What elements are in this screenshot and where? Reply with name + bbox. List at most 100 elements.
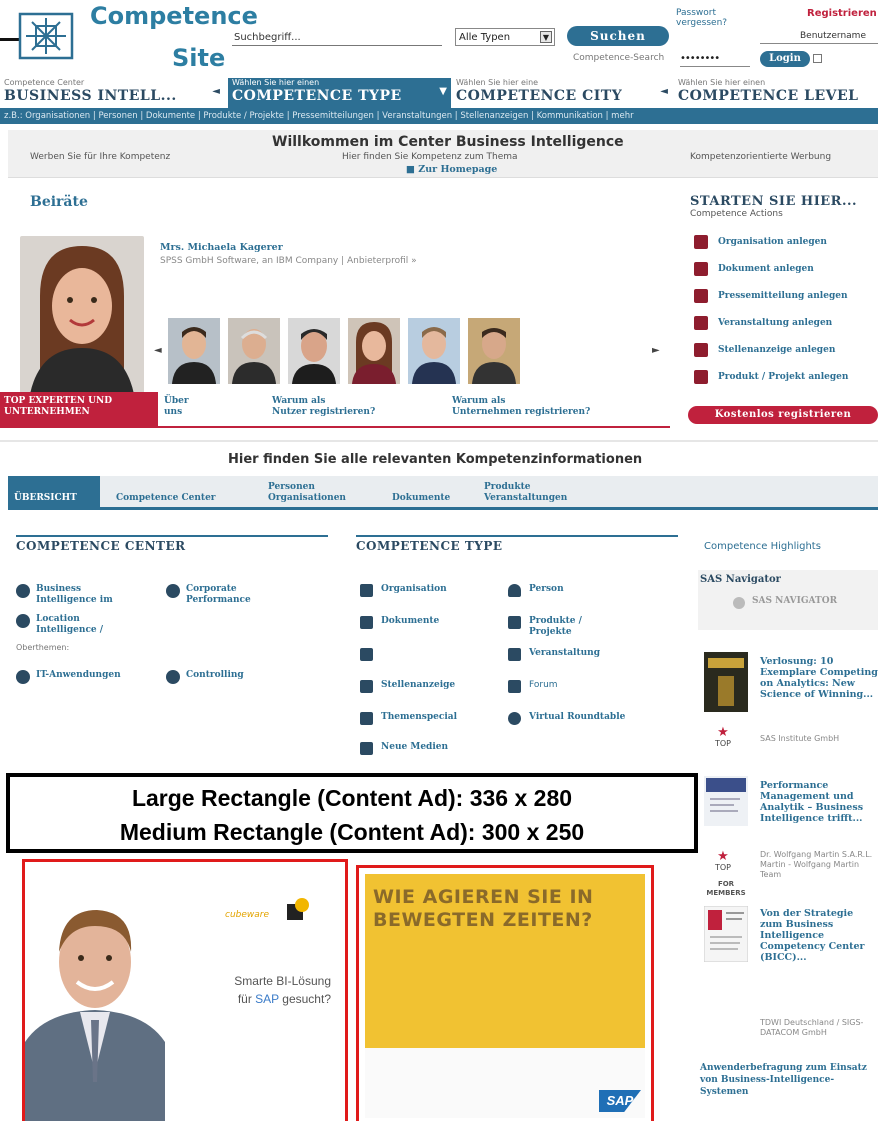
ct-theme-special[interactable]: Themenspecial — [360, 712, 457, 725]
ct-event[interactable]: Veranstaltung — [508, 648, 600, 661]
ct-label: Veranstaltung — [529, 648, 601, 658]
ct-press[interactable] — [360, 648, 381, 661]
action-create-press-release[interactable]: Pressemitteilung anlegen — [690, 282, 878, 309]
briefcase-icon — [694, 342, 708, 357]
logo-subtitle[interactable]: Site — [172, 44, 225, 72]
action-label: Produkt / Projekt anlegen — [718, 371, 849, 382]
action-create-organisation[interactable]: Organisation anlegen — [690, 228, 878, 255]
action-create-document[interactable]: Dokument anlegen — [690, 255, 878, 282]
advisor-thumbnail[interactable] — [228, 318, 280, 384]
ct-documents[interactable]: Dokumente — [360, 616, 439, 629]
ct-organisation[interactable]: Organisation — [360, 584, 447, 597]
selector-hint: Wählen Sie hier eine — [456, 78, 539, 87]
highlight-title[interactable]: Von der Strategie zum Business Intellige… — [760, 908, 878, 963]
chevron-right-icon[interactable]: ► — [652, 345, 660, 356]
competence-center-selector[interactable]: Competence Center BUSINESS INTELL... ◄ — [0, 78, 224, 108]
username-field[interactable]: Benutzername — [760, 28, 878, 44]
advisor-thumbnail[interactable] — [468, 318, 520, 384]
ct-virtual-roundtable[interactable]: Virtual Roundtable — [508, 712, 625, 725]
highlight-author[interactable]: Dr. Wolfgang Martin S.A.R.L. Martin - Wo… — [760, 850, 878, 880]
tab-documents[interactable]: Dokumente — [392, 476, 450, 510]
ct-products-projects[interactable]: Produkte / Projekte — [508, 616, 582, 638]
competence-level-selector[interactable]: Wählen Sie hier einen COMPETENCE LEVEL — [674, 78, 878, 108]
why-register-company-link[interactable]: Warum als Unternehmen registrieren? — [452, 396, 590, 418]
medium-rectangle-ad[interactable]: WIE AGIEREN SIE IN BEWEGTEN ZEITEN? SAP — [356, 865, 654, 1121]
advisor-thumbnail[interactable] — [168, 318, 220, 384]
logo-icon[interactable] — [18, 12, 74, 60]
ct-label: Stellenanzeige — [381, 680, 456, 690]
ct-forum[interactable]: Forum — [508, 680, 558, 693]
search-input[interactable]: Suchbegriff... — [232, 30, 442, 46]
cc-location-intelligence[interactable]: Location Intelligence / — [16, 614, 103, 636]
advertising-link[interactable]: Kompetenzorientierte Werbung — [690, 152, 831, 162]
cc-label: Corporate — [186, 584, 237, 594]
document-thumbnail[interactable] — [704, 776, 748, 826]
sas-navigator-button[interactable]: SAS NAVIGATOR — [752, 596, 837, 606]
document-thumbnail[interactable] — [704, 906, 748, 962]
tab-competence-center[interactable]: Competence Center — [116, 476, 216, 510]
password-field[interactable]: •••••••• — [680, 53, 750, 67]
survey-link[interactable]: Anwenderbefragung zum Einsatz von Busine… — [700, 1062, 878, 1098]
search-button[interactable]: Suchen — [567, 26, 669, 46]
ct-label: Produkte / — [529, 616, 582, 626]
advisor-thumbnail[interactable] — [288, 318, 340, 384]
cc-it-applications[interactable]: IT-Anwendungen — [16, 670, 121, 684]
tab-overview[interactable]: ÜBERSICHT — [8, 476, 100, 510]
highlight-author[interactable]: SAS Institute GmbH — [760, 734, 878, 744]
star-icon: ★ — [717, 849, 729, 864]
search-type-value: Alle Typen — [459, 31, 511, 43]
calendar-icon — [694, 315, 708, 330]
highlight-title[interactable]: Verlosung: 10 Exemplare Competing on Ana… — [760, 656, 878, 700]
cc-controlling[interactable]: Controlling — [166, 670, 244, 684]
tab-products-events[interactable]: Produkte Veranstaltungen — [484, 476, 567, 510]
cc-corporate-performance[interactable]: Corporate Performance — [166, 584, 251, 606]
top-experts-link[interactable]: TOP EXPERTEN UND UNTERNEHMEN — [0, 392, 158, 428]
tab-persons-organisations[interactable]: Personen Organisationen — [268, 476, 346, 510]
search-type-select[interactable]: Alle Typen ▼ — [455, 28, 555, 46]
advisors-title: Beiräte — [30, 194, 88, 210]
action-create-event[interactable]: Veranstaltung anlegen — [690, 309, 878, 336]
hexagon-icon — [16, 584, 30, 598]
action-label: Pressemitteilung anlegen — [718, 290, 848, 301]
action-create-job-ad[interactable]: Stellenanzeige anlegen — [690, 336, 878, 363]
chevron-down-icon[interactable]: ▼ — [439, 86, 447, 97]
advertise-link[interactable]: Werben Sie für Ihre Kompetenz — [30, 152, 170, 162]
highlight-author[interactable]: TDWI Deutschland / SIGS-DATACOM GmbH — [760, 1018, 878, 1038]
calendar-icon — [508, 648, 521, 661]
highlight-title[interactable]: Performance Management und Analytik – Bu… — [760, 780, 878, 824]
action-create-product[interactable]: Produkt / Projekt anlegen — [690, 363, 878, 390]
logo-title[interactable]: Competence — [90, 2, 258, 30]
chevron-down-icon[interactable]: ▼ — [540, 31, 552, 43]
category-links-bar[interactable]: z.B.: Organisationen | Personen | Dokume… — [0, 108, 878, 124]
start-here-subtitle: Competence Actions — [690, 209, 783, 219]
register-link[interactable]: Registrieren — [807, 8, 877, 19]
advisor-thumbnail[interactable] — [348, 318, 400, 384]
remember-checkbox[interactable] — [813, 54, 822, 63]
login-button[interactable]: Login — [760, 51, 810, 67]
welcome-subtitle: Hier finden Sie Kompetenz zum Thema — [342, 152, 518, 162]
chevron-left-icon[interactable]: ◄ — [212, 86, 220, 97]
book-cover-image[interactable] — [704, 652, 748, 712]
about-us-link[interactable]: Über uns — [164, 396, 189, 418]
homepage-link[interactable]: ■ Zur Homepage — [406, 164, 497, 175]
ad-brand-logo — [287, 898, 309, 920]
why-register-user-link[interactable]: Warum als Nutzer registrieren? — [272, 396, 375, 418]
competence-city-selector[interactable]: Wählen Sie hier eine COMPETENCE CITY ◄ — [452, 78, 672, 108]
advisor-company[interactable]: SPSS GmbH Software, an IBM Company | Anb… — [160, 256, 417, 266]
advisor-name[interactable]: Mrs. Michaela Kagerer — [160, 242, 283, 253]
password-forgot-link[interactable]: Passwort vergessen? — [676, 8, 746, 28]
competence-type-selector[interactable]: Wählen Sie hier einen COMPETENCE TYPE ▼ — [228, 78, 451, 108]
ct-person[interactable]: Person — [508, 584, 564, 597]
highlights-title: Competence Highlights — [704, 541, 821, 552]
megaphone-icon — [360, 648, 373, 661]
chevron-left-icon[interactable]: ◄ — [660, 86, 668, 97]
ct-job-ad[interactable]: Stellenanzeige — [360, 680, 455, 693]
cc-business-intelligence[interactable]: Business Intelligence im — [16, 584, 113, 606]
large-rectangle-ad[interactable]: cubeware Smarte BI-Lösung für SAP gesuch… — [22, 859, 348, 1121]
advisor-thumbnail[interactable] — [408, 318, 460, 384]
advisor-portrait[interactable] — [20, 236, 144, 394]
chevron-left-icon[interactable]: ◄ — [154, 345, 162, 356]
competence-search-link[interactable]: Competence-Search — [573, 53, 664, 63]
ct-new-media[interactable]: Neue Medien — [360, 742, 448, 755]
register-free-button[interactable]: Kostenlos registrieren — [688, 406, 878, 424]
